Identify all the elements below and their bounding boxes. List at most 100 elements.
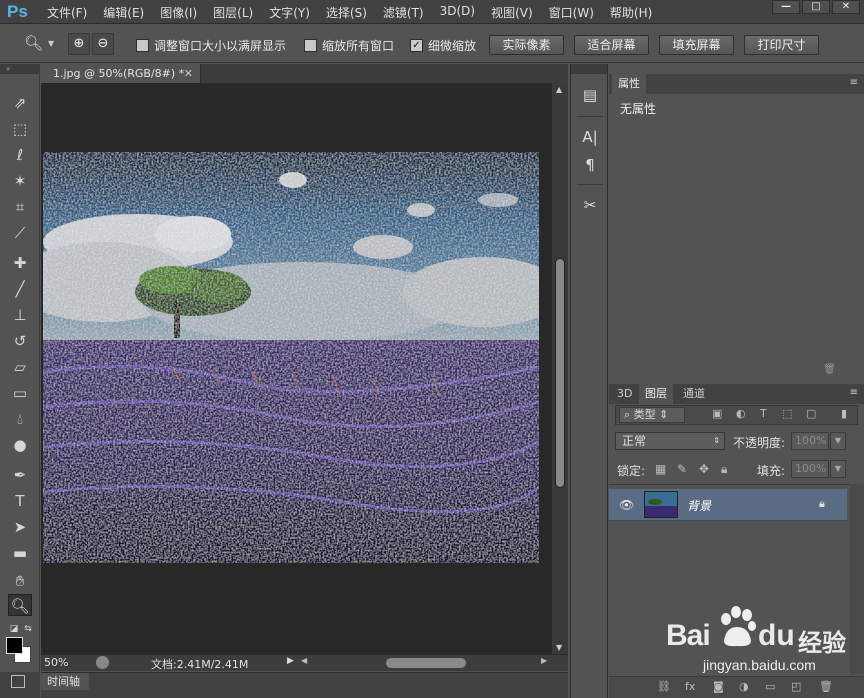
gradient-tool-icon[interactable]: ▭ (8, 382, 32, 404)
panel-menu-icon[interactable]: ≡ (850, 387, 858, 398)
move-tool-icon[interactable]: ⇗ (8, 92, 32, 114)
fit-screen-button[interactable]: 适合屏幕 (574, 35, 649, 55)
menu-window[interactable]: 窗口(W) (549, 4, 594, 21)
character-panel-icon[interactable]: A| (579, 126, 601, 148)
close-button[interactable]: ✕ (832, 0, 860, 14)
crop-tool-icon[interactable]: ⌗ (8, 196, 32, 218)
blend-mode-select[interactable]: 正常 ⇕ (615, 432, 725, 450)
history-panel-icon[interactable]: ▤ (579, 84, 601, 106)
opacity-input[interactable]: 100% (791, 432, 829, 450)
menu-3d[interactable]: 3D(D) (440, 4, 475, 21)
menu-edit[interactable]: 编辑(E) (103, 4, 144, 21)
scroll-up-icon[interactable]: ▲ (556, 85, 562, 94)
zoom-out-icon[interactable]: ⊖ (92, 33, 114, 55)
link-layers-icon[interactable]: ⛓ (657, 680, 671, 693)
menu-filter[interactable]: 滤镜(T) (383, 4, 424, 21)
lasso-tool-icon[interactable]: ℓ (8, 144, 32, 166)
fill-input[interactable]: 100% (791, 460, 829, 478)
blur-tool-icon[interactable]: 💧︎ (8, 408, 32, 430)
scroll-down-icon[interactable]: ▼ (556, 643, 562, 652)
paragraph-panel-icon[interactable]: ¶ (579, 154, 601, 176)
actual-pixels-button[interactable]: 实际像素 (489, 35, 564, 55)
chevron-down-icon[interactable]: ▼ (830, 432, 846, 450)
type-tool-icon[interactable]: T (8, 490, 32, 512)
marquee-tool-icon[interactable]: ⬚ (8, 118, 32, 140)
menu-select[interactable]: 选择(S) (326, 4, 367, 21)
zoom-in-icon[interactable]: ⊕ (68, 33, 90, 55)
menu-image[interactable]: 图像(I) (160, 4, 197, 21)
lock-transparency-icon[interactable]: ▦ (655, 462, 666, 476)
scrubby-zoom-checkbox[interactable]: ✓ 细微缩放 (410, 37, 476, 54)
status-menu-arrow-icon[interactable]: ▶ (287, 656, 294, 666)
vertical-scrollbar[interactable]: ▲ ▼ (551, 83, 568, 654)
tab-channels[interactable]: 通道 (677, 384, 711, 404)
tab-properties[interactable]: 属性 (612, 74, 646, 94)
eraser-tool-icon[interactable]: ▱ (8, 356, 32, 378)
scrollbar-thumb[interactable] (555, 258, 565, 488)
new-layer-icon[interactable]: ◰ (791, 680, 801, 693)
type-filter-icon[interactable]: T (760, 407, 767, 420)
chevron-down-icon[interactable]: ▼ (830, 460, 846, 478)
close-icon[interactable]: ✕ (184, 64, 193, 83)
adjustment-filter-icon[interactable]: ◐ (736, 407, 746, 420)
minimize-button[interactable]: — (772, 0, 800, 14)
tab-3d[interactable]: 3D (611, 384, 638, 404)
tab-layers[interactable]: 图层 (639, 384, 673, 404)
menu-type[interactable]: 文字(Y) (269, 4, 310, 21)
zoom-tool-preset-icon[interactable]: 🔍︎ (24, 34, 43, 52)
shape-filter-icon[interactable]: ⬚ (782, 407, 792, 420)
pen-tool-icon[interactable]: ✒ (8, 464, 32, 486)
lock-position-icon[interactable]: ✥ (699, 462, 709, 476)
pixel-filter-icon[interactable]: ▣ (712, 407, 722, 420)
document-image[interactable] (43, 152, 539, 563)
dodge-tool-icon[interactable]: ● (8, 434, 32, 456)
resize-windows-checkbox[interactable]: 调整窗口大小以满屏显示 (136, 37, 286, 54)
menu-file[interactable]: 文件(F) (47, 4, 87, 21)
lock-pixels-icon[interactable]: ✎ (677, 462, 687, 476)
rectangle-tool-icon[interactable]: ▬ (8, 542, 32, 564)
brush-tool-icon[interactable]: ╱ (8, 278, 32, 300)
lock-all-icon[interactable]: 🔒︎ (721, 462, 727, 477)
magic-wand-tool-icon[interactable]: ✶ (8, 170, 32, 192)
layer-row[interactable]: 👁︎ 背景 🔒︎ (609, 489, 847, 521)
fill-screen-button[interactable]: 填充屏幕 (659, 35, 734, 55)
zoom-tool-icon[interactable]: 🔍︎ (8, 594, 32, 616)
add-mask-icon[interactable]: ◙ (713, 680, 724, 693)
healing-brush-tool-icon[interactable]: ✚ (8, 252, 32, 274)
smart-object-filter-icon[interactable]: ▢ (806, 407, 816, 420)
screen-mode-icon[interactable] (11, 675, 25, 688)
clone-stamp-tool-icon[interactable]: ⊥ (8, 304, 32, 326)
eye-icon[interactable]: 👁︎ (619, 498, 634, 512)
new-group-icon[interactable]: ▭ (765, 680, 775, 693)
document-tab[interactable]: 1.jpg @ 50%(RGB/8#) * ✕ (41, 64, 201, 83)
panel-menu-icon[interactable]: ≡ (850, 77, 858, 88)
layer-name[interactable]: 背景 (687, 497, 711, 514)
layer-filter-select[interactable]: ⌕ 类型 ⇕ (619, 407, 685, 423)
adjustment-layer-icon[interactable]: ◑ (739, 680, 749, 693)
hand-tool-icon[interactable]: ✋︎ (8, 570, 32, 592)
collapse-icon[interactable]: » (0, 64, 39, 74)
filter-toggle-icon[interactable]: ▮ (841, 407, 847, 420)
menu-layer[interactable]: 图层(L) (213, 4, 253, 21)
zoom-all-windows-checkbox[interactable]: 缩放所有窗口 (304, 37, 394, 54)
status-info-icon[interactable] (96, 656, 109, 669)
dock-collapse-icon[interactable] (571, 64, 607, 74)
timeline-tab[interactable]: 时间轴 (41, 673, 89, 690)
zoom-level[interactable]: 50% (44, 656, 68, 669)
chevron-down-icon[interactable]: ▼ (48, 39, 54, 48)
menu-view[interactable]: 视图(V) (491, 4, 533, 21)
menu-help[interactable]: 帮助(H) (610, 4, 652, 21)
scroll-right-icon[interactable]: ▶ (541, 656, 547, 665)
trash-icon[interactable]: 🗑︎ (823, 364, 836, 375)
scroll-left-icon[interactable]: ◀ (301, 656, 307, 665)
canvas-area[interactable] (41, 83, 551, 654)
path-selection-tool-icon[interactable]: ➤ (8, 516, 32, 538)
tool-presets-icon[interactable]: ✂ (579, 194, 601, 216)
eyedropper-tool-icon[interactable]: ⟋ (8, 222, 32, 244)
foreground-color-swatch[interactable] (6, 637, 23, 654)
history-brush-tool-icon[interactable]: ↺ (8, 330, 32, 352)
print-size-button[interactable]: 打印尺寸 (744, 35, 819, 55)
restore-button[interactable]: □ (802, 0, 830, 14)
horizontal-scrollbar-thumb[interactable] (386, 658, 466, 668)
delete-layer-icon[interactable]: 🗑︎ (819, 680, 833, 693)
